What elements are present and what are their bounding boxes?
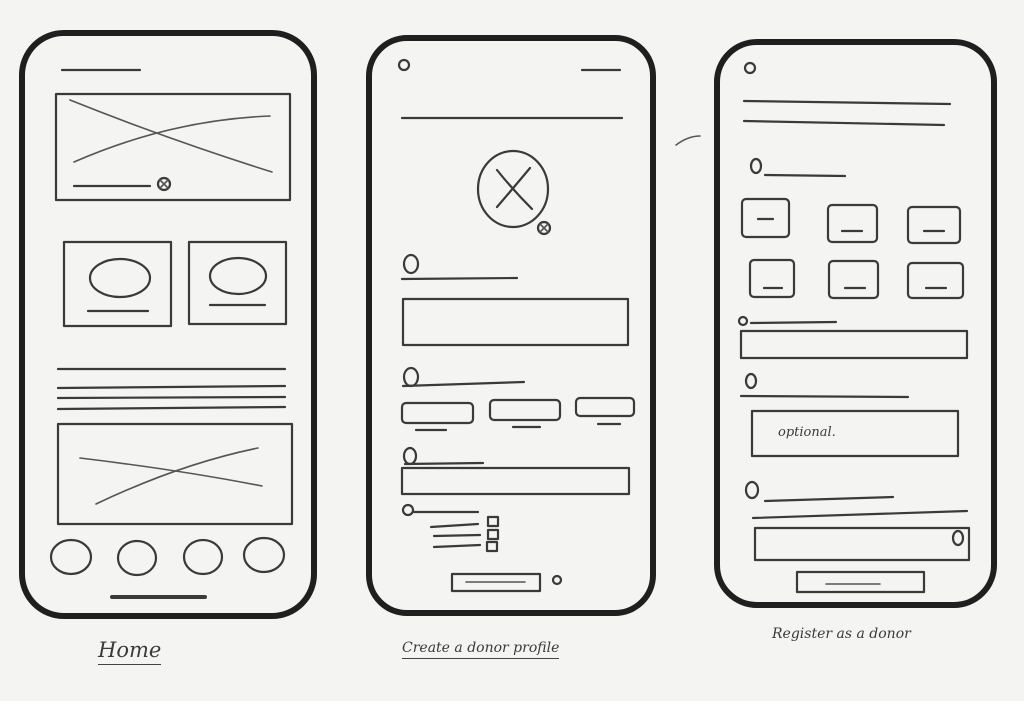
register-option-4[interactable] (748, 258, 796, 299)
home-bottom-nav (49, 536, 286, 577)
create-field-1 (400, 253, 630, 347)
wireframe-sketch (19, 30, 997, 619)
register-input-3-icon[interactable] (951, 529, 965, 547)
create-checkbox-2[interactable] (486, 528, 500, 541)
home-text-block (56, 367, 287, 411)
nav-item-4-icon[interactable] (242, 536, 286, 574)
create-option-3[interactable] (574, 396, 636, 418)
home-feature-image (56, 422, 294, 526)
phone-register-donor (675, 39, 997, 608)
register-input-3[interactable] (753, 526, 971, 562)
nav-item-1-icon[interactable] (49, 538, 93, 576)
register-option-3[interactable] (906, 205, 962, 245)
create-input-3[interactable] (400, 466, 631, 496)
register-option-5[interactable] (827, 259, 880, 300)
phone-create-donor-frame (366, 35, 656, 616)
register-back-icon[interactable] (743, 61, 757, 75)
caption-home: Home (98, 638, 162, 665)
create-checkbox-1[interactable] (486, 515, 500, 528)
nav-item-3-icon[interactable] (182, 538, 224, 576)
register-option-6[interactable] (906, 261, 965, 300)
create-avatar[interactable] (476, 149, 552, 236)
create-field-2 (400, 366, 636, 432)
caption-register-donor: Register as a donor (772, 626, 911, 642)
create-option-2[interactable] (488, 398, 562, 422)
register-input-1[interactable] (739, 329, 969, 360)
register-option-2[interactable] (826, 203, 879, 244)
home-card-left[interactable] (62, 240, 173, 328)
stray-mark (675, 135, 701, 146)
phone-create-donor (366, 35, 656, 616)
create-field-4 (401, 503, 500, 553)
create-next-icon[interactable] (551, 574, 563, 586)
home-card-right[interactable] (187, 240, 288, 326)
create-checkbox-3[interactable] (485, 540, 499, 553)
create-back-icon[interactable] (397, 58, 411, 72)
nav-item-2-icon[interactable] (116, 539, 158, 577)
create-input-1[interactable] (401, 297, 630, 347)
register-option-grid (740, 197, 965, 300)
create-field-3 (400, 446, 631, 496)
phone-home (19, 30, 317, 619)
home-hero-image (54, 92, 292, 202)
register-submit-button[interactable] (795, 570, 926, 594)
register-input-2-hint: optional. (778, 425, 836, 440)
create-option-1[interactable] (400, 401, 475, 425)
caption-create-donor: Create a donor profile (402, 640, 560, 659)
